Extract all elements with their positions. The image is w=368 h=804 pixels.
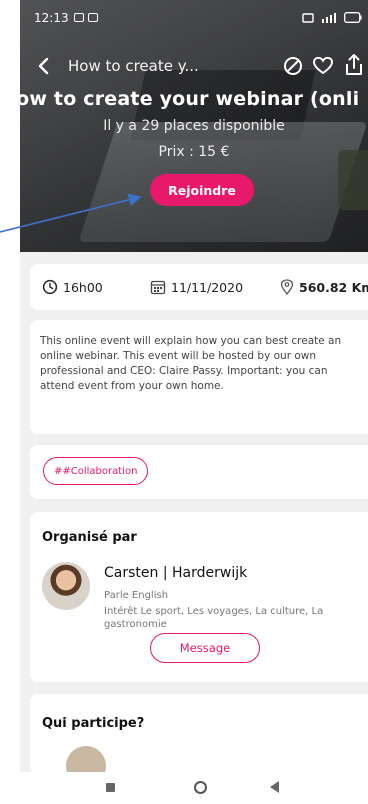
organizer-heading: Organisé par <box>42 530 137 545</box>
tags-card: ##Collaboration <box>30 445 368 499</box>
heart-icon[interactable] <box>312 55 334 77</box>
participants-card: Qui participe? <box>30 694 368 786</box>
event-time: 16h00 <box>42 279 103 295</box>
status-bar: 12:13 <box>20 0 368 36</box>
message-button[interactable]: Message <box>150 633 260 663</box>
join-button[interactable]: Rejoindre <box>150 174 254 206</box>
message-notification-icon <box>88 13 98 22</box>
organizer-language: Parle English <box>104 590 169 601</box>
event-info-card: 16h00 11/11/2020 560.82 Km <box>30 264 368 310</box>
participants-heading: Qui participe? <box>42 716 145 731</box>
organizer-avatar[interactable] <box>42 562 90 610</box>
phone-screen: 12:13 How to create y... How to create y… <box>20 0 368 804</box>
places-available: Il y a 29 places disponible <box>103 118 285 134</box>
battery-icon <box>344 12 362 23</box>
system-navigation-bar <box>20 772 368 804</box>
share-icon[interactable] <box>344 53 364 77</box>
description-card: This online event will explain how you c… <box>30 320 368 434</box>
organizer-interests: Intérêt Le sport, Les voyages, La cultur… <box>104 606 324 630</box>
signal-icon <box>322 13 336 23</box>
nav-title: How to create y... <box>68 57 199 75</box>
recents-icon[interactable] <box>106 783 115 792</box>
top-navigation: How to create y... <box>20 52 368 82</box>
event-time-text: 16h00 <box>63 279 103 295</box>
system-back-icon[interactable] <box>270 781 279 793</box>
event-price: Prix : 15 € <box>158 144 230 160</box>
status-time: 12:13 <box>34 11 69 25</box>
notification-icon <box>74 13 84 22</box>
clock-icon <box>42 279 58 295</box>
event-date: 11/11/2020 <box>150 279 243 295</box>
alarm-icon <box>302 13 314 23</box>
location-pin-icon <box>280 279 294 295</box>
home-icon[interactable] <box>194 781 207 794</box>
event-date-text: 11/11/2020 <box>171 279 244 295</box>
calendar-icon <box>150 280 166 295</box>
back-arrow-icon[interactable] <box>34 54 54 78</box>
event-distance: 560.82 Km <box>280 279 368 295</box>
event-title: How to create your webinar (onli <box>20 88 360 110</box>
organizer-card: Organisé par Carsten | Harderwijk Parle … <box>30 512 368 682</box>
tag-chip[interactable]: ##Collaboration <box>43 457 149 485</box>
block-icon[interactable] <box>282 55 304 77</box>
event-distance-text: 560.82 Km <box>299 279 368 295</box>
organizer-name[interactable]: Carsten | Harderwijk <box>104 565 247 581</box>
event-description: This online event will explain how you c… <box>40 335 342 392</box>
